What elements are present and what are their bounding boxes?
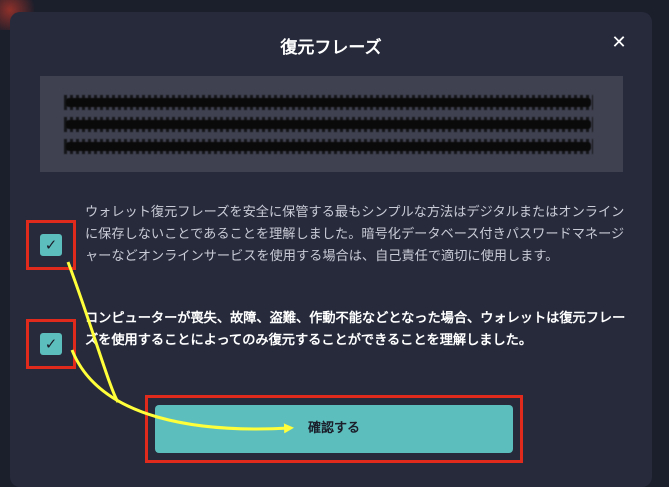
annotation-arrow bbox=[70, 349, 294, 434]
annotation-arrows bbox=[66, 261, 294, 434]
